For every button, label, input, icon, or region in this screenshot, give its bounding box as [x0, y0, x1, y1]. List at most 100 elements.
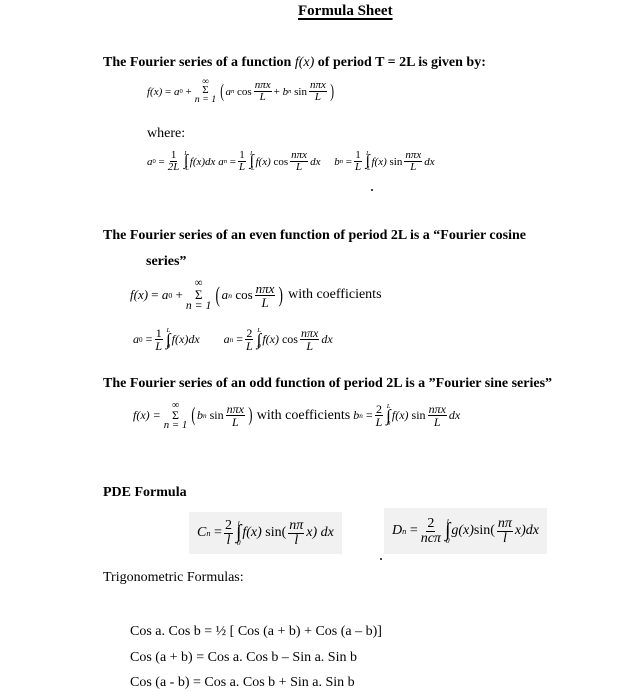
paren: ): [330, 80, 334, 102]
fraction: 2L: [374, 403, 384, 430]
fraction: 2l: [223, 518, 233, 548]
summation: ∞ Σn = 1: [186, 278, 211, 311]
dx: dx: [310, 155, 321, 168]
fourier-series-equation: f(x) = a0 + ∞ Σn = 1 ( an cos nπx L + bn s…: [147, 77, 335, 106]
fraction: nπx L: [225, 403, 245, 430]
fraction: 1L: [354, 150, 362, 173]
x-close: x): [514, 523, 526, 538]
subscript: 0: [168, 290, 173, 300]
equals: =: [365, 408, 373, 423]
heading-text: The Fourier series of a function: [103, 55, 295, 70]
equals: =: [236, 332, 244, 346]
fraction: 1L: [154, 327, 163, 352]
dx: dx: [205, 155, 216, 168]
sin: sin: [389, 155, 403, 168]
numerator: nπ: [496, 515, 513, 532]
equals: =: [165, 85, 172, 98]
c-symbol: C: [197, 525, 207, 540]
denominator: L: [433, 415, 441, 430]
cosine-coefficients-equation: a0 = 1L L ∫ 0 f(x) dx an = 2L L ∫ 0 f(x) cos …: [133, 327, 333, 352]
fx: f(x): [147, 85, 163, 98]
subscript: n: [288, 88, 292, 96]
paren: ): [248, 404, 253, 427]
denominator: l: [502, 530, 507, 546]
with-coefficients-text: with coefficients: [256, 407, 351, 423]
equals: =: [409, 523, 418, 538]
fraction: nπx L: [308, 80, 327, 104]
denominator: L: [375, 415, 383, 430]
fx: f(x): [189, 155, 206, 168]
stray-dot: [380, 558, 382, 560]
fraction: nπ l: [288, 517, 305, 548]
fraction: 1L: [238, 150, 246, 173]
fraction: 2L: [245, 327, 254, 352]
dx: dx: [424, 155, 435, 168]
lower-limit: -L: [183, 165, 189, 172]
pde-cn-formula: Cn = 2l l ∫ 0 f(x) sin( nπ l x) dx: [189, 512, 342, 554]
fx-equals: f(x) =: [133, 408, 161, 423]
equals: =: [229, 155, 236, 168]
denominator: l: [226, 532, 231, 548]
cos: cos: [237, 85, 252, 98]
denominator: L: [296, 161, 303, 173]
denominator: L: [259, 91, 266, 104]
dx: dx: [525, 523, 539, 538]
plus: +: [185, 85, 192, 98]
sine-series-equation: f(x) = ∞ Σn = 1 ( bn sin nπx L ) with coef…: [133, 400, 460, 431]
paren: (: [215, 282, 221, 308]
subscript: n: [206, 528, 211, 538]
denominator: L: [314, 91, 321, 104]
cosine-series-equation: f(x) = a0 + ∞ Σn = 1 ( an cos nπx L ) with…: [130, 278, 382, 311]
subscript: n: [339, 158, 343, 165]
dx: dx: [321, 332, 333, 346]
fx: f(x): [171, 332, 189, 346]
sum-lower: n = 1: [194, 94, 217, 106]
trig-formula: Cos (a + b) = Cos a. Cos b – Sin a. Sin …: [130, 650, 357, 665]
denominator: L: [155, 339, 163, 353]
cos: cos: [235, 287, 253, 303]
fraction: nπx L: [254, 280, 276, 310]
integral: L ∫ 0: [257, 327, 262, 351]
d-symbol: D: [392, 523, 403, 538]
lower-limit: 0: [166, 343, 171, 351]
cos: cos: [281, 332, 298, 346]
integral: L ∫ -L: [249, 151, 254, 172]
sin: sin: [209, 408, 224, 423]
fx: f(x): [371, 155, 387, 168]
plus: +: [273, 85, 280, 98]
subscript: 0: [179, 88, 183, 96]
fx: f(x): [391, 408, 409, 423]
fraction: 2 ncπ: [420, 516, 442, 546]
lower-limit: 0: [257, 343, 261, 351]
fourier-cosine-heading-line2: series”: [146, 254, 187, 269]
denominator: ncπ: [420, 530, 441, 546]
paren: (: [220, 80, 225, 102]
denominator: 2L: [167, 161, 180, 173]
sum-lower: n = 1: [163, 418, 188, 431]
denominator: L: [261, 294, 269, 310]
fraction: 1 2L: [167, 150, 181, 173]
stray-dot: [371, 189, 373, 191]
integral: l ∫ 0: [445, 517, 450, 544]
denominator: L: [410, 161, 417, 173]
numerator: nπ: [288, 517, 305, 534]
fraction: nπx L: [404, 150, 423, 173]
subscript: n: [230, 88, 235, 96]
sin: sin(: [265, 525, 287, 540]
denominator: L: [231, 415, 239, 430]
subscript: n: [229, 335, 234, 344]
page-title: Formula Sheet: [298, 3, 393, 19]
equals: =: [345, 155, 352, 168]
paren: (: [191, 404, 196, 427]
summation: ∞ Σn = 1: [163, 400, 188, 431]
fx: f(x): [262, 332, 279, 346]
fourier-general-heading: The Fourier series of a function f(x) of…: [103, 55, 486, 71]
heading-text: of period T = 2L is given by:: [314, 55, 486, 70]
equals: =: [151, 287, 159, 303]
trig-formula: Cos (a - b) = Cos a. Cos b + Sin a. Sin …: [130, 675, 355, 690]
numerator: nπx: [254, 280, 276, 296]
fourier-sine-heading: The Fourier series of an odd function of…: [103, 376, 553, 391]
equals: =: [158, 155, 165, 168]
fraction: nπx L: [253, 80, 272, 104]
gx: g(x): [451, 523, 474, 538]
